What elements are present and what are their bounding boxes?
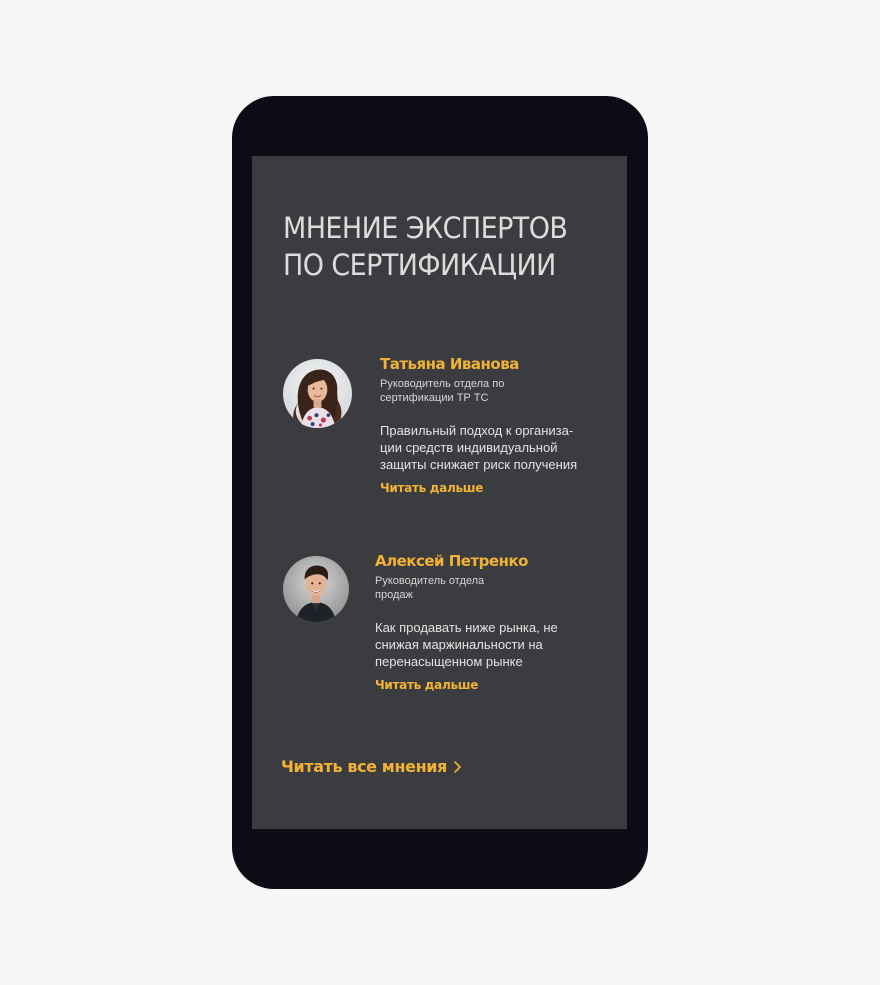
- section-title: МНЕНИЕ ЭКСПЕРТОВ ПО СЕРТИФИКАЦИИ: [283, 210, 590, 284]
- read-all-opinions-link[interactable]: Читать все мнения: [281, 757, 462, 777]
- avatar-man-icon: [283, 556, 349, 622]
- expert-quote-line: перенасыщенном рынке: [375, 654, 523, 669]
- read-all-opinions-label: Читать все мнения: [281, 757, 447, 776]
- expert-role-line: Руководитель отдела по: [380, 378, 505, 390]
- experts-section: МНЕНИЕ ЭКСПЕРТОВ ПО СЕРТИФИКАЦИИ Татьяна…: [252, 156, 627, 829]
- read-more-link[interactable]: Читать дальше: [380, 480, 483, 496]
- expert-quote: Как продавать ниже рынка, не снижая марж…: [375, 619, 580, 670]
- avatar-woman-icon: [283, 359, 352, 428]
- expert-role-line: продаж: [375, 589, 413, 601]
- expert-quote-line: ции средств индивидуальной: [380, 440, 558, 455]
- expert-name: Алексей Петренко: [375, 552, 528, 570]
- expert-avatar: [283, 359, 352, 428]
- chevron-right-icon: [453, 760, 462, 774]
- expert-role-line: Руководитель отдела: [375, 575, 485, 587]
- expert-quote-line: Как продавать ниже рынка, не: [375, 620, 558, 635]
- read-more-link[interactable]: Читать дальше: [375, 677, 478, 693]
- expert-role-line: сертификации ТР ТС: [380, 392, 489, 404]
- expert-role: Руководитель отдела по сертификации ТР Т…: [380, 377, 510, 405]
- section-title-line: ПО СЕРТИФИКАЦИИ: [283, 248, 556, 282]
- expert-quote-line: защиты снижает риск получения: [380, 457, 578, 472]
- expert-quote-line: Правильный подход к организа-: [380, 423, 574, 438]
- expert-name: Татьяна Иванова: [380, 355, 519, 373]
- expert-quote: Правильный подход к организа- ции средст…: [380, 422, 585, 473]
- expert-avatar: [283, 556, 349, 622]
- expert-quote-line: снижая маржинальности на: [375, 637, 543, 652]
- section-title-line: МНЕНИЕ ЭКСПЕРТОВ: [283, 211, 568, 245]
- expert-info: Алексей Петренко Руководитель отдела про…: [375, 552, 590, 693]
- expert-info: Татьяна Иванова Руководитель отдела по с…: [380, 355, 595, 496]
- expert-role: Руководитель отдела продаж: [375, 574, 505, 602]
